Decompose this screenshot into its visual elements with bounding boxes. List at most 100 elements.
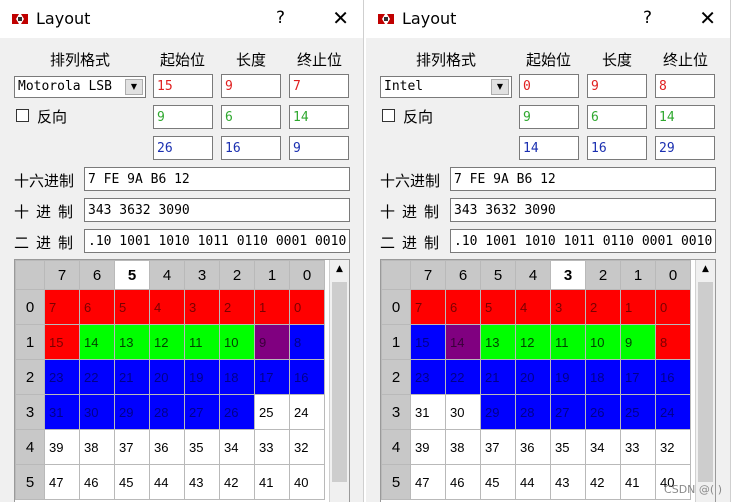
- start-field-2[interactable]: 9: [153, 105, 213, 129]
- start-field-3[interactable]: 26: [153, 136, 213, 160]
- grid-cell[interactable]: 37: [480, 429, 516, 465]
- grid-cell[interactable]: 11: [550, 324, 586, 360]
- end-field-1[interactable]: 8: [655, 74, 715, 98]
- grid-cell[interactable]: 39: [410, 429, 446, 465]
- end-field-3[interactable]: 29: [655, 136, 715, 160]
- bin-field[interactable]: .10 1001 1010 1011 0110 0001 0010: [84, 229, 350, 253]
- scroll-up-arrow-icon[interactable]: ▲: [330, 260, 349, 279]
- grid-cell[interactable]: 35: [184, 429, 220, 465]
- grid-cell[interactable]: 26: [585, 394, 621, 430]
- grid-cell[interactable]: 44: [149, 464, 185, 500]
- grid-cell[interactable]: 36: [149, 429, 185, 465]
- grid-cell[interactable]: 14: [445, 324, 481, 360]
- grid-cell[interactable]: 20: [149, 359, 185, 395]
- grid-cell[interactable]: 0: [289, 289, 325, 325]
- grid-row-header[interactable]: 4: [381, 429, 411, 465]
- grid-col-header[interactable]: 1: [254, 260, 290, 290]
- grid-cell[interactable]: 43: [550, 464, 586, 500]
- grid-cell[interactable]: 5: [114, 289, 150, 325]
- length-field-1[interactable]: 9: [221, 74, 281, 98]
- vertical-scrollbar[interactable]: ▲: [695, 260, 715, 502]
- grid-cell[interactable]: 32: [289, 429, 325, 465]
- grid-cell[interactable]: 22: [445, 359, 481, 395]
- grid-cell[interactable]: 23: [410, 359, 446, 395]
- grid-cell[interactable]: 2: [585, 289, 621, 325]
- grid-cell[interactable]: 25: [254, 394, 290, 430]
- grid-cell[interactable]: 19: [550, 359, 586, 395]
- scroll-up-arrow-icon[interactable]: ▲: [696, 260, 715, 279]
- start-field-3[interactable]: 14: [519, 136, 579, 160]
- grid-cell[interactable]: 33: [254, 429, 290, 465]
- bin-field[interactable]: .10 1001 1010 1011 0110 0001 0010: [450, 229, 716, 253]
- grid-cell[interactable]: 45: [114, 464, 150, 500]
- grid-cell[interactable]: 29: [480, 394, 516, 430]
- grid-cell[interactable]: 13: [114, 324, 150, 360]
- grid-cell[interactable]: 26: [219, 394, 255, 430]
- hex-field[interactable]: 7 FE 9A B6 12: [450, 167, 716, 191]
- grid-col-header[interactable]: 2: [219, 260, 255, 290]
- grid-cell[interactable]: 34: [219, 429, 255, 465]
- grid-col-header[interactable]: 3: [550, 260, 586, 290]
- grid-cell[interactable]: 10: [219, 324, 255, 360]
- grid-row-header[interactable]: 0: [381, 289, 411, 325]
- grid-cell[interactable]: 21: [114, 359, 150, 395]
- close-button[interactable]: ✕: [332, 6, 349, 30]
- grid-cell[interactable]: 30: [79, 394, 115, 430]
- grid-row-header[interactable]: 5: [381, 464, 411, 500]
- scroll-thumb[interactable]: [698, 282, 713, 482]
- format-select[interactable]: Intel ▼: [380, 76, 512, 98]
- length-field-3[interactable]: 16: [221, 136, 281, 160]
- grid-cell[interactable]: 7: [410, 289, 446, 325]
- grid-row-header[interactable]: 2: [381, 359, 411, 395]
- grid-cell[interactable]: 14: [79, 324, 115, 360]
- start-field-2[interactable]: 9: [519, 105, 579, 129]
- grid-cell[interactable]: 28: [149, 394, 185, 430]
- grid-cell[interactable]: 8: [289, 324, 325, 360]
- length-field-2[interactable]: 6: [221, 105, 281, 129]
- grid-cell[interactable]: 3: [550, 289, 586, 325]
- grid-cell[interactable]: 38: [79, 429, 115, 465]
- grid-cell[interactable]: 32: [655, 429, 691, 465]
- grid-cell[interactable]: 7: [44, 289, 80, 325]
- grid-col-header[interactable]: 0: [289, 260, 325, 290]
- hex-field[interactable]: 7 FE 9A B6 12: [84, 167, 350, 191]
- grid-row-header[interactable]: 3: [15, 394, 45, 430]
- grid-cell[interactable]: 40: [289, 464, 325, 500]
- grid-row-header[interactable]: 1: [381, 324, 411, 360]
- grid-cell[interactable]: 20: [515, 359, 551, 395]
- grid-cell[interactable]: 39: [44, 429, 80, 465]
- grid-cell[interactable]: 21: [480, 359, 516, 395]
- grid-cell[interactable]: 15: [410, 324, 446, 360]
- grid-cell[interactable]: 6: [79, 289, 115, 325]
- grid-cell[interactable]: 31: [410, 394, 446, 430]
- grid-cell[interactable]: 6: [445, 289, 481, 325]
- dec-field[interactable]: 343 3632 3090: [450, 198, 716, 222]
- grid-cell[interactable]: 1: [254, 289, 290, 325]
- length-field-3[interactable]: 16: [587, 136, 647, 160]
- grid-cell[interactable]: 9: [620, 324, 656, 360]
- reverse-checkbox[interactable]: [16, 109, 29, 122]
- grid-cell[interactable]: 15: [44, 324, 80, 360]
- grid-cell[interactable]: 10: [585, 324, 621, 360]
- end-field-2[interactable]: 14: [289, 105, 349, 129]
- grid-cell[interactable]: 24: [655, 394, 691, 430]
- help-button[interactable]: ?: [276, 8, 285, 28]
- grid-cell[interactable]: 27: [184, 394, 220, 430]
- dec-field[interactable]: 343 3632 3090: [84, 198, 350, 222]
- grid-cell[interactable]: 3: [184, 289, 220, 325]
- end-field-2[interactable]: 14: [655, 105, 715, 129]
- grid-row-header[interactable]: 3: [381, 394, 411, 430]
- grid-cell[interactable]: 12: [149, 324, 185, 360]
- grid-cell[interactable]: 41: [254, 464, 290, 500]
- grid-cell[interactable]: 13: [480, 324, 516, 360]
- grid-cell[interactable]: 46: [79, 464, 115, 500]
- grid-col-header[interactable]: 0: [655, 260, 691, 290]
- grid-cell[interactable]: 30: [445, 394, 481, 430]
- grid-cell[interactable]: 16: [289, 359, 325, 395]
- grid-cell[interactable]: 27: [550, 394, 586, 430]
- grid-col-header[interactable]: 4: [149, 260, 185, 290]
- grid-cell[interactable]: 2: [219, 289, 255, 325]
- grid-row-header[interactable]: 5: [15, 464, 45, 500]
- start-field-1[interactable]: 15: [153, 74, 213, 98]
- grid-cell[interactable]: 45: [480, 464, 516, 500]
